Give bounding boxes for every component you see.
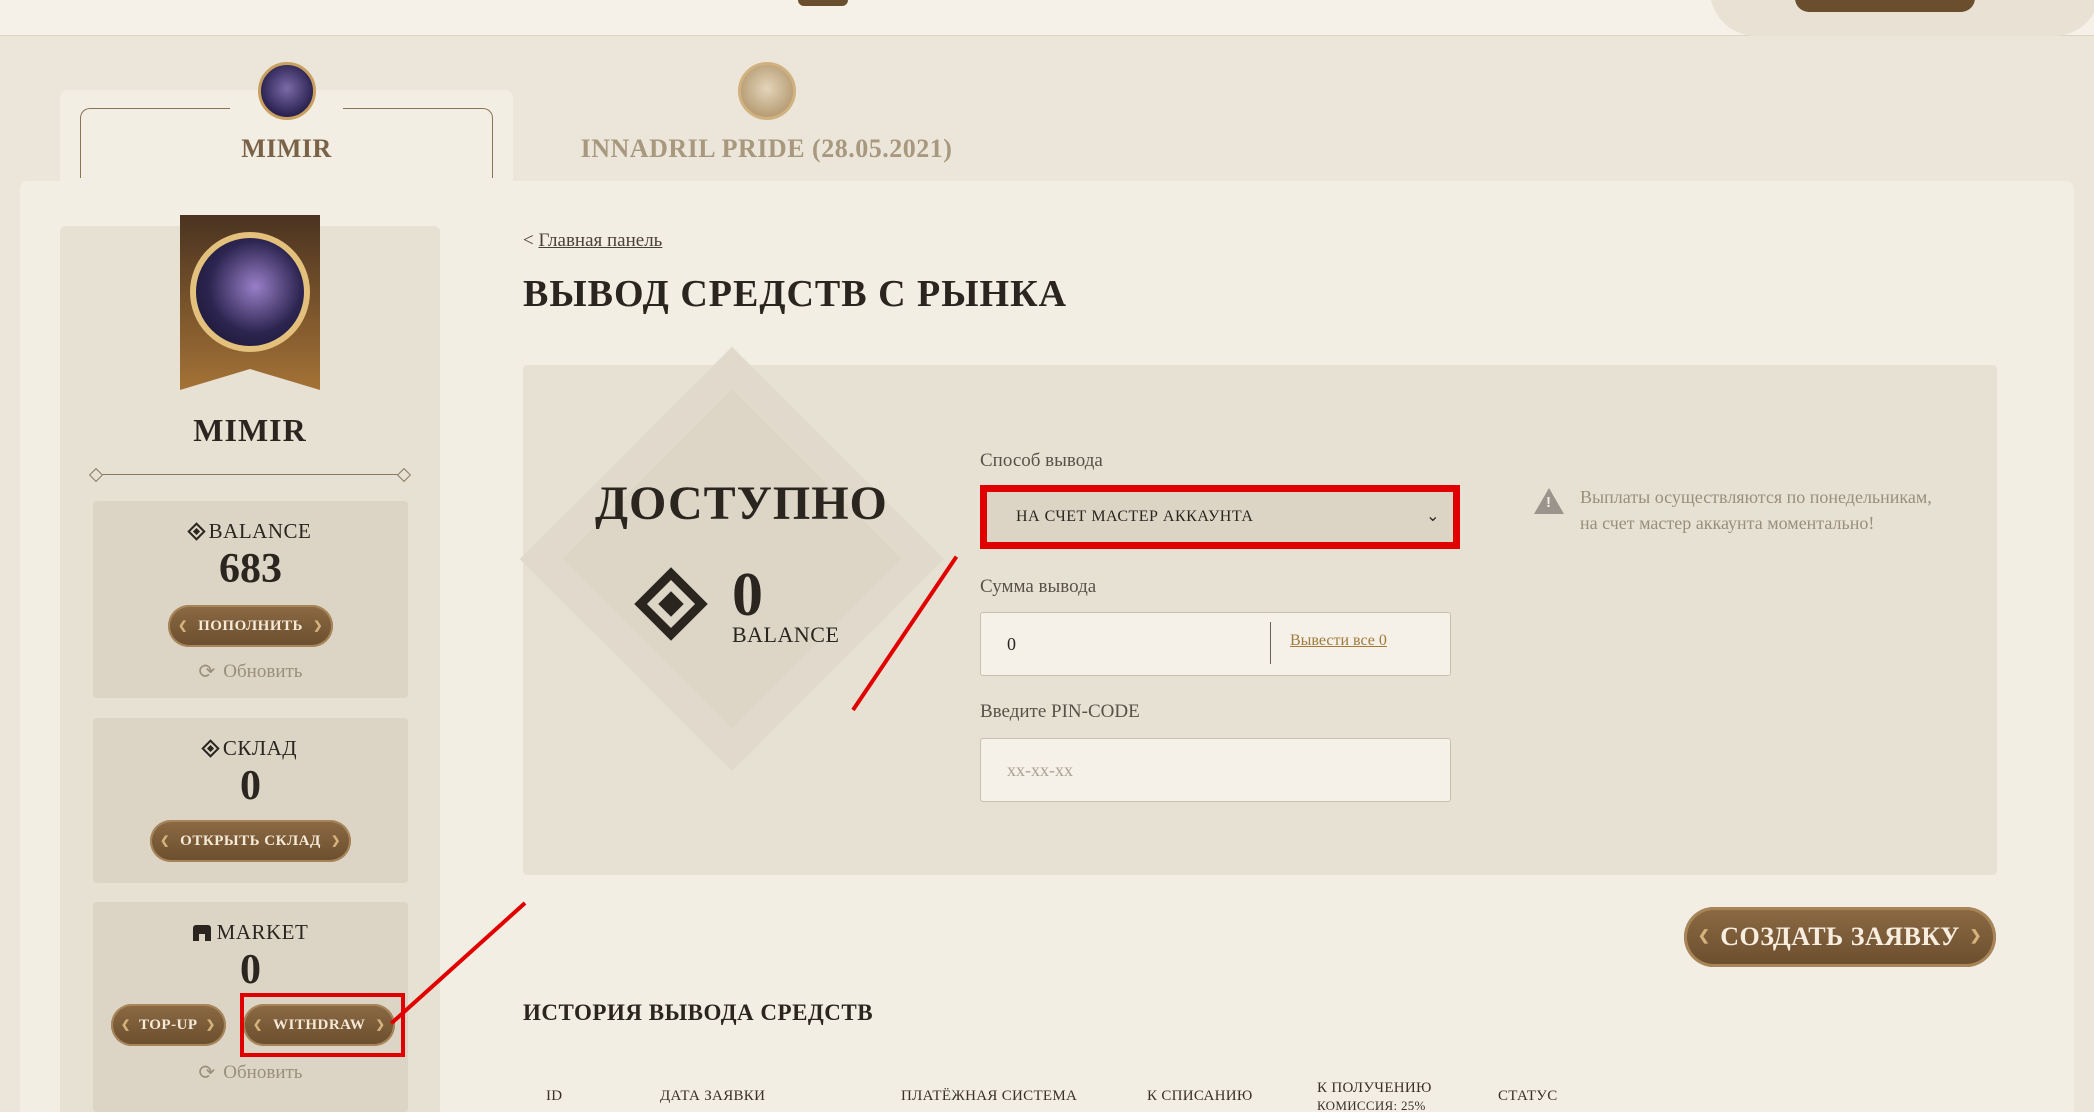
available-value: 0 xyxy=(732,561,763,629)
card-title: СКЛАД xyxy=(93,736,408,761)
breadcrumb-link[interactable]: Главная панель xyxy=(538,230,662,251)
refresh-market-link[interactable]: ⟳ Обновить xyxy=(93,1060,408,1085)
balance-card: BALANCE 683 ПОПОЛНИТЬ ⟳ Обновить xyxy=(93,501,408,698)
amount-label: Сумма вывода xyxy=(980,576,1097,597)
method-label: Способ вывода xyxy=(980,450,1103,471)
refresh-icon: ⟳ xyxy=(198,1062,216,1084)
column-header-id: ID xyxy=(546,1088,563,1104)
diamond-icon xyxy=(201,739,220,758)
available-unit: BALANCE xyxy=(732,622,840,647)
market-topup-button[interactable]: TOP-UP xyxy=(111,1004,226,1046)
available-title: ДОСТУПНО xyxy=(595,477,888,530)
refresh-label: Обновить xyxy=(223,1061,303,1083)
server-name: INNADRIL PRIDE (28.05.2021) xyxy=(580,134,953,163)
refresh-balance-link[interactable]: ⟳ Обновить xyxy=(93,659,408,684)
server-avatar-icon xyxy=(737,62,796,120)
withdraw-method-select[interactable]: НА СЧЕТ МАСТЕР АККАУНТА ⌄ xyxy=(980,485,1460,549)
page-title: ВЫВОД СРЕДСТВ С РЫНКА xyxy=(523,273,1068,315)
breadcrumb: < Главная панель xyxy=(523,230,662,252)
column-header-debit: К СПИСАНИЮ xyxy=(1147,1088,1253,1104)
profile-name: MIMIR xyxy=(193,412,307,448)
market-icon xyxy=(192,924,211,941)
balance-title: BALANCE xyxy=(208,519,312,543)
server-tab-innadril[interactable]: INNADRIL PRIDE (28.05.2021) xyxy=(540,62,993,186)
top-bar xyxy=(0,0,2094,36)
create-request-button[interactable]: СОЗДАТЬ ЗАЯВКУ xyxy=(1684,907,1996,967)
input-separator xyxy=(1270,622,1271,664)
column-header-commission: КОМИССИЯ: 25% xyxy=(1317,1098,1426,1112)
top-up-balance-button[interactable]: ПОПОЛНИТЬ xyxy=(168,605,333,647)
pin-input[interactable]: xx-xx-xx xyxy=(980,738,1451,802)
column-header-date: ДАТА ЗАЯВКИ xyxy=(660,1088,766,1104)
open-warehouse-button[interactable]: ОТКРЫТЬ СКЛАД xyxy=(150,820,351,862)
payout-notice: Выплаты осуществляются по понедельникам,… xyxy=(1580,487,1932,533)
column-header-status: СТАТУС xyxy=(1498,1088,1558,1104)
warehouse-title: СКЛАД xyxy=(222,736,298,760)
top-action-button[interactable] xyxy=(1795,0,1975,12)
history-title: ИСТОРИЯ ВЫВОДА СРЕДСТВ xyxy=(523,1000,874,1025)
refresh-icon: ⟳ xyxy=(198,661,216,683)
method-value: НА СЧЕТ МАСТЕР АККАУНТА xyxy=(1016,508,1254,525)
warehouse-card: СКЛАД 0 ОТКРЫТЬ СКЛАД xyxy=(93,718,408,883)
market-title: MARKET xyxy=(216,920,309,944)
market-value: 0 xyxy=(240,947,261,993)
column-header-receive: К ПОЛУЧЕНИЮ xyxy=(1317,1080,1432,1096)
divider xyxy=(95,474,405,475)
breadcrumb-prefix: < xyxy=(523,230,534,251)
pin-label: Введите PIN-CODE xyxy=(980,701,1140,722)
server-name: MIMIR xyxy=(241,134,332,163)
wolf-avatar-icon xyxy=(190,232,310,352)
refresh-label: Обновить xyxy=(223,660,303,682)
server-avatar-icon xyxy=(257,62,316,120)
warning-icon xyxy=(1534,488,1564,514)
warehouse-value: 0 xyxy=(240,763,261,809)
card-title: MARKET xyxy=(93,920,408,945)
withdraw-all-link[interactable]: Вывести все 0 xyxy=(1290,632,1387,650)
balance-value: 683 xyxy=(219,546,282,592)
card-title: BALANCE xyxy=(93,519,408,544)
column-header-payment-system: ПЛАТЁЖНАЯ СИСТЕМА xyxy=(901,1088,1078,1104)
server-tab-mimir[interactable]: MIMIR xyxy=(60,62,513,186)
withdraw-highlight-box xyxy=(240,993,405,1057)
chevron-down-icon: ⌄ xyxy=(1426,508,1440,525)
diamond-icon xyxy=(186,522,206,541)
top-menu-button[interactable] xyxy=(798,0,848,6)
